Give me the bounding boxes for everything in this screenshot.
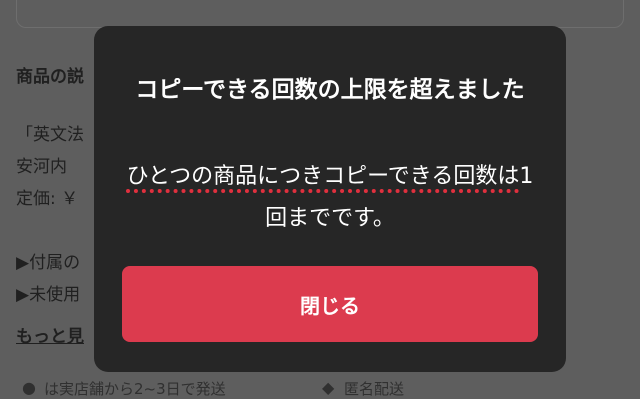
- bullet-item: ▶付属の: [16, 253, 81, 273]
- copy-limit-dialog: コピーできる回数の上限を超えました ひとつの商品につきコピーできる回数は1回まで…: [94, 26, 566, 372]
- location-pin-icon: ●: [22, 378, 36, 397]
- description-line: 「英文法: [16, 125, 84, 145]
- shield-icon: ◆: [322, 378, 335, 397]
- dialog-title: コピーできる回数の上限を超えました: [135, 77, 525, 103]
- price-line: 定価: ￥: [16, 189, 79, 209]
- anonymous-shipping: 匿名配送: [344, 380, 405, 398]
- dialog-message: ひとつの商品につきコピーできる回数は1回までです。: [124, 156, 536, 240]
- section-title: 商品の説: [16, 67, 84, 87]
- more-link[interactable]: もっと見: [16, 322, 84, 347]
- description-line: 安河内: [16, 157, 67, 177]
- dialog-message-highlight: ひとつの商品につきコピーできる回数は: [126, 164, 520, 189]
- close-button[interactable]: 閉じる: [122, 266, 538, 342]
- background-card: [16, 0, 624, 28]
- shipping-info: は実店舗から2~3日で発送: [44, 380, 226, 398]
- bullet-item: ▶未使用: [16, 285, 81, 305]
